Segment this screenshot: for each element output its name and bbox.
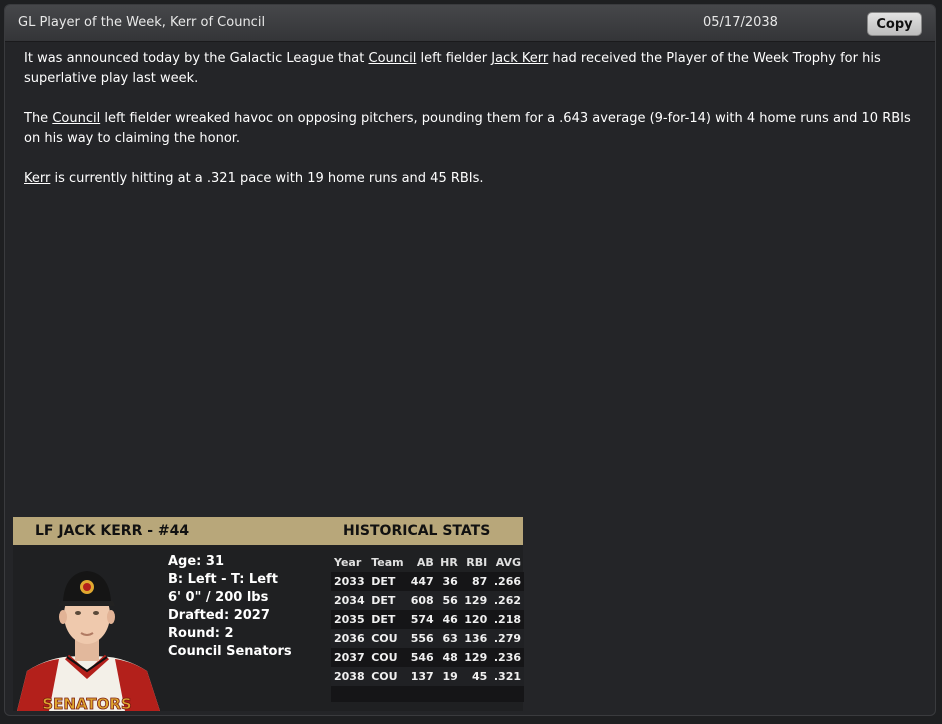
player-bio: Age: 31 B: Left - T: Left 6' 0" / 200 lb… <box>168 553 292 661</box>
stats-row: 2034 DET 608 56 129 .262 <box>331 591 524 610</box>
window-title: GL Player of the Week, Kerr of Council <box>18 15 266 30</box>
text-span: It was announced today by the Galactic L… <box>24 51 369 66</box>
historical-stats-table: Year Team AB HR RBI AVG 2033 DET 447 36 … <box>331 553 524 702</box>
stats-row: 2035 DET 574 46 120 .218 <box>331 610 524 629</box>
text-span: is currently hitting at a .321 pace with… <box>50 171 484 186</box>
cell-avg: .218 <box>490 610 524 629</box>
cell-avg: .262 <box>490 591 524 610</box>
bio-drafted: Drafted: 2027 <box>168 608 270 623</box>
cell-team: DET <box>368 610 408 629</box>
cell-rbi: 45 <box>460 667 491 686</box>
article-body: It was announced today by the Galactic L… <box>24 49 924 209</box>
cell-avg: .236 <box>490 648 524 667</box>
title-bar: GL Player of the Week, Kerr of Council 0… <box>5 5 935 42</box>
cell-year: 2037 <box>331 648 369 667</box>
col-avg: AVG <box>495 556 521 569</box>
cell-year: 2034 <box>331 591 369 610</box>
historical-stats-header: HISTORICAL STATS <box>343 523 491 539</box>
player-card-body: SENATORS Age: 31 B: Left - T: Left 6' 0"… <box>13 545 524 711</box>
col-ab: AB <box>416 556 434 569</box>
bio-bats-throws: B: Left - T: Left <box>168 572 278 587</box>
player-photo[interactable]: SENATORS <box>15 553 160 711</box>
cell-year: 2035 <box>331 610 369 629</box>
cell-ab: 137 <box>407 667 437 686</box>
cell-year: 2036 <box>331 629 369 648</box>
player-portrait-image: SENATORS <box>17 571 160 711</box>
stats-row: 2033 DET 447 36 87 .266 <box>331 572 524 591</box>
article-date: 05/17/2038 <box>703 15 778 30</box>
stats-footer-row <box>331 686 524 702</box>
col-rbi: RBI <box>466 556 488 569</box>
col-team: Team <box>371 556 404 569</box>
player-card: LF JACK KERR - #44 HISTORICAL STATS SENA… <box>13 517 524 711</box>
cell-ab: 574 <box>407 610 437 629</box>
cell-rbi: 87 <box>460 572 491 591</box>
jersey-wordmark: SENATORS <box>42 695 131 711</box>
cell-hr: 48 <box>436 648 461 667</box>
news-window: GL Player of the Week, Kerr of Council 0… <box>4 4 936 716</box>
col-hr: HR <box>440 556 458 569</box>
cell-hr: 63 <box>436 629 461 648</box>
cell-avg: .279 <box>490 629 524 648</box>
text-span: The <box>24 111 53 126</box>
cell-team: COU <box>368 648 408 667</box>
cell-hr: 56 <box>436 591 461 610</box>
bio-round: Round: 2 <box>168 626 234 641</box>
cell-rbi: 129 <box>460 648 491 667</box>
cell-team: COU <box>368 667 408 686</box>
team-link[interactable]: Council <box>52 111 100 126</box>
article-paragraph-2: The Council left fielder wreaked havoc o… <box>24 109 924 149</box>
cell-year: 2038 <box>331 667 369 686</box>
player-header[interactable]: LF JACK KERR - #44 <box>35 523 189 539</box>
cell-rbi: 120 <box>460 610 491 629</box>
cell-ab: 556 <box>407 629 437 648</box>
bio-age: Age: 31 <box>168 554 224 569</box>
cell-team: DET <box>368 591 408 610</box>
cell-rbi: 136 <box>460 629 491 648</box>
stats-header-row: Year Team AB HR RBI AVG <box>331 553 524 572</box>
article-paragraph-3: Kerr is currently hitting at a .321 pace… <box>24 169 924 189</box>
stats-row: 2037 COU 546 48 129 .236 <box>331 648 524 667</box>
col-year: Year <box>334 556 362 569</box>
cell-avg: .321 <box>490 667 524 686</box>
cell-ab: 546 <box>407 648 437 667</box>
player-link[interactable]: Jack Kerr <box>491 51 548 66</box>
cell-hr: 46 <box>436 610 461 629</box>
bio-height-weight: 6' 0" / 200 lbs <box>168 590 269 605</box>
cell-hr: 36 <box>436 572 461 591</box>
stats-row: 2038 COU 137 19 45 .321 <box>331 667 524 686</box>
cell-ab: 608 <box>407 591 437 610</box>
bio-team: Council Senators <box>168 644 292 659</box>
player-link[interactable]: Kerr <box>24 171 50 186</box>
article-paragraph-1: It was announced today by the Galactic L… <box>24 49 924 89</box>
copy-button[interactable]: Copy <box>867 12 922 36</box>
cell-avg: .266 <box>490 572 524 591</box>
cell-ab: 447 <box>407 572 437 591</box>
cell-year: 2033 <box>331 572 369 591</box>
team-link[interactable]: Council <box>369 51 417 66</box>
text-span: left fielder <box>416 51 492 66</box>
stats-footer-cell <box>331 686 524 702</box>
cell-team: DET <box>368 572 408 591</box>
text-span: left fielder wreaked havoc on opposing p… <box>24 111 911 146</box>
cell-team: COU <box>368 629 408 648</box>
cell-rbi: 129 <box>460 591 491 610</box>
player-card-header: LF JACK KERR - #44 HISTORICAL STATS <box>13 517 523 545</box>
cell-hr: 19 <box>436 667 461 686</box>
stats-row: 2036 COU 556 63 136 .279 <box>331 629 524 648</box>
